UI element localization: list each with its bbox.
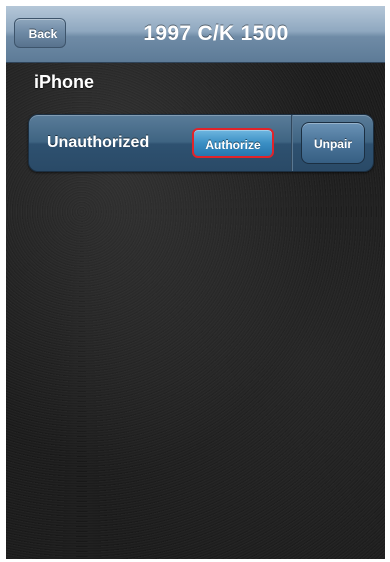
- back-button[interactable]: Back: [14, 18, 66, 48]
- authorize-button[interactable]: Authorize: [192, 128, 274, 158]
- row-divider: [291, 115, 293, 171]
- status-label: Unauthorized: [47, 134, 150, 151]
- section-header-iphone: iPhone: [34, 72, 95, 92]
- page-title: 1997 C/K 1500: [143, 22, 289, 45]
- app-screen: Back 1997 C/K 1500 iPhone Unauthorized A…: [6, 6, 385, 559]
- unpair-button[interactable]: Unpair: [301, 122, 365, 164]
- device-row: Unauthorized Authorize Unpair: [28, 114, 374, 172]
- navigation-bar: Back 1997 C/K 1500: [6, 6, 385, 63]
